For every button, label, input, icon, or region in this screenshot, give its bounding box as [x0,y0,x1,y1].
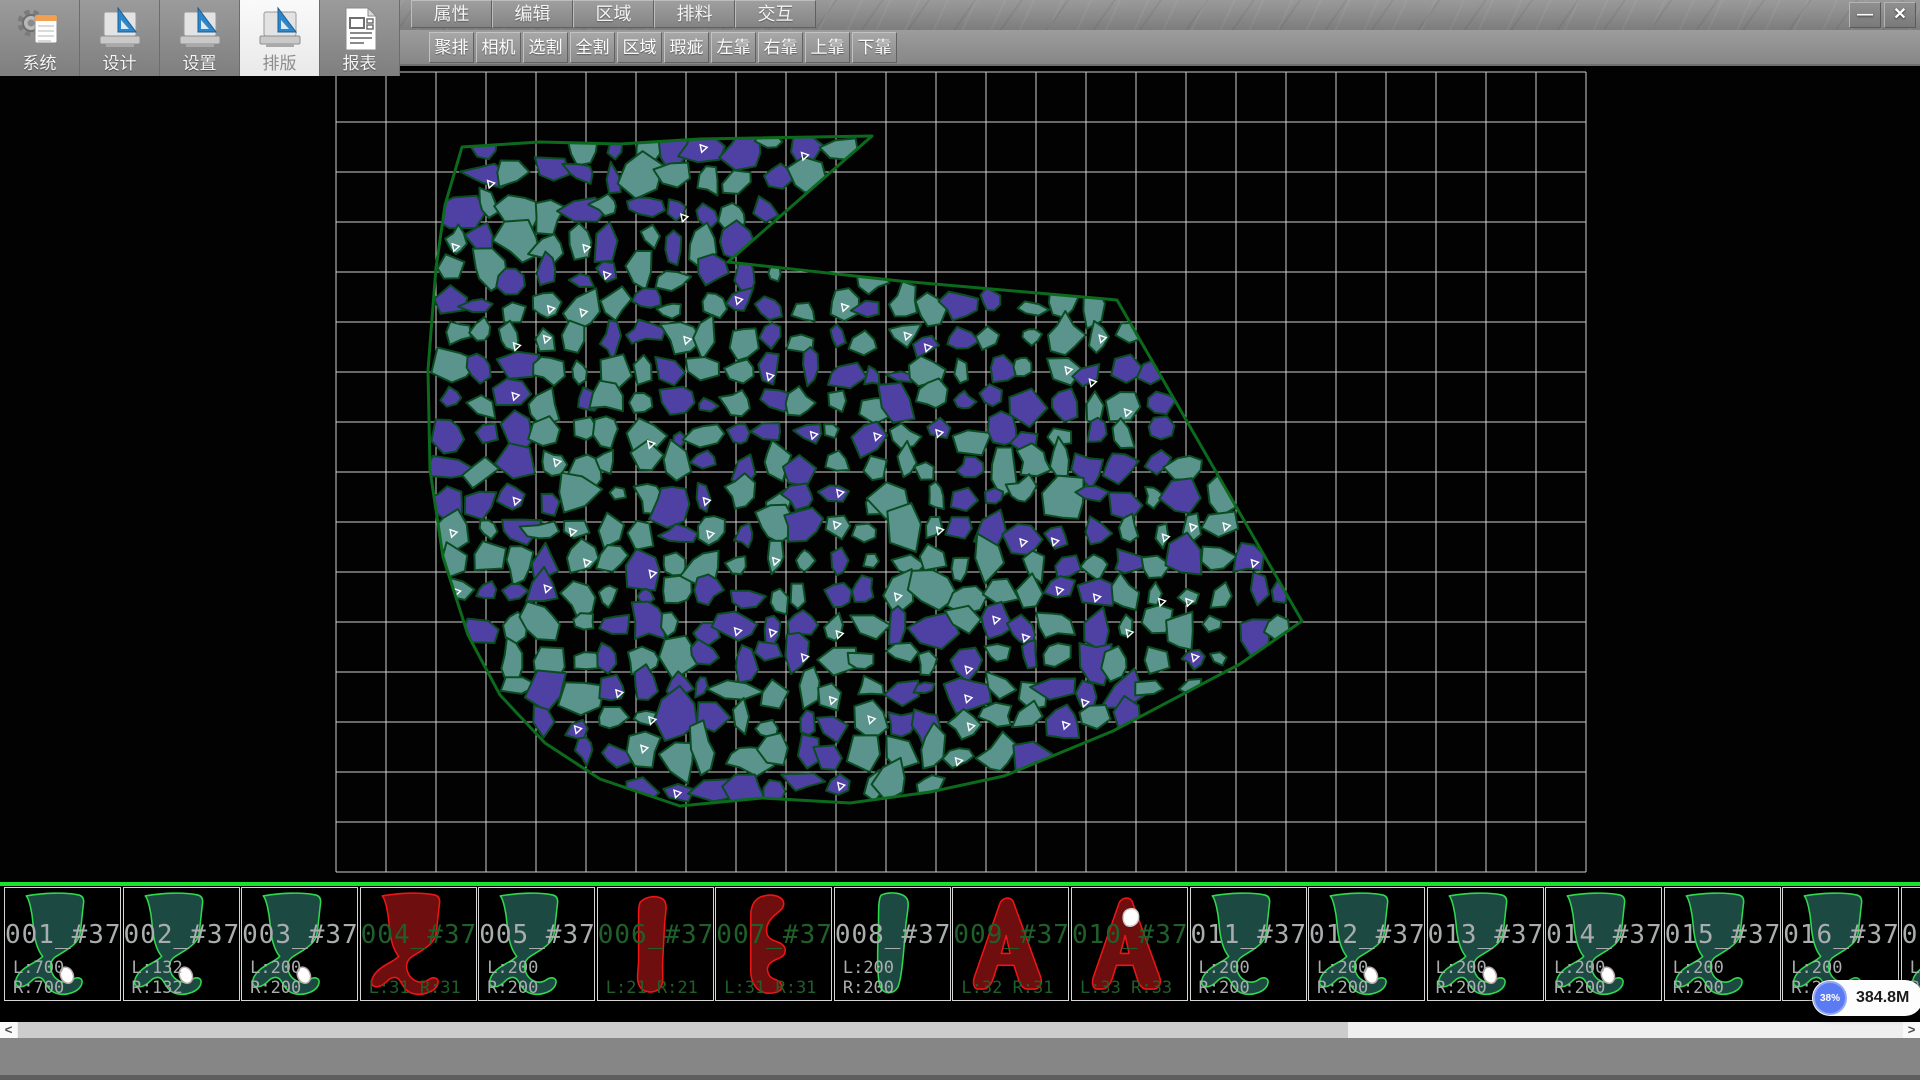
thumbnail-cell[interactable]: 015_#37L:200 R:200 [1664,887,1781,1001]
piece-shape [124,888,239,1000]
piece-shape [479,888,594,1000]
main-tab-layout[interactable]: 排版 [240,0,320,76]
piece-shape [598,888,713,1000]
piece-shape [953,888,1068,1000]
thumbnail-cell[interactable]: 002_#37L:132 R:132 [123,887,240,1001]
progress-circle: 38% [1813,981,1847,1015]
minimize-button[interactable]: — [1849,2,1881,28]
application-window: 属性编辑区域排料交互 — ✕ 聚排相机选割全割区域瑕疵左靠右靠上靠下靠 系统设计… [0,0,1920,1080]
thumbnail-cell[interactable]: 010_#37L:33 R:33 [1071,887,1188,1001]
thumbnail-cell[interactable]: 007_#37L:31 R:31 [715,887,832,1001]
tool-align-right-button[interactable]: 右靠 [758,32,803,63]
tool-camera-button[interactable]: 相机 [476,32,521,63]
menu-region[interactable]: 区域 [573,0,654,28]
tool-select-cut-button[interactable]: 选割 [523,32,568,63]
tool-cluster-nest-button[interactable]: 聚排 [429,32,474,63]
main-tab-report[interactable]: 报表 [320,0,400,76]
ruler-laptop-icon [254,6,306,54]
thumbnail-cell[interactable]: 006_#37L:21 R:21 [597,887,714,1001]
piece-shape [1191,888,1306,1000]
tool-button-row: 聚排相机选割全割区域瑕疵左靠右靠上靠下靠 [429,32,897,63]
main-tab-system[interactable]: 系统 [0,0,80,76]
report-doc-icon [334,6,386,54]
canvas-svg[interactable] [0,66,1920,882]
tool-align-top-button[interactable]: 上靠 [805,32,850,63]
main-tab-settings[interactable]: 设置 [160,0,240,76]
tab-label: 系统 [23,54,57,74]
tool-region-button[interactable]: 区域 [617,32,662,63]
scrollbar-thumb[interactable] [18,1022,1348,1038]
tool-cut-all-button[interactable]: 全割 [570,32,615,63]
thumbnail-cell[interactable]: 009_#37L:32 R:31 [952,887,1069,1001]
tab-label: 排版 [263,54,297,74]
nested-pieces [419,126,1292,811]
thumbnail-cell[interactable]: 008_#37L:200 R:200 [834,887,951,1001]
thumbnail-cell[interactable]: 012_#37L:200 R:200 [1308,887,1425,1001]
scroll-right-button[interactable]: > [1903,1022,1920,1038]
tab-label: 设计 [103,54,137,74]
strip-scrollbar[interactable]: < > [0,1022,1920,1038]
menu-bar: 属性编辑区域排料交互 [411,0,816,30]
piece-shape [5,888,120,1000]
mode-tab-bar: 系统 设计 设置 排版 报表 [0,0,400,76]
menu-nesting[interactable]: 排料 [654,0,735,28]
menu-properties[interactable]: 属性 [411,0,492,28]
status-bar [0,1038,1920,1080]
tool-align-bottom-button[interactable]: 下靠 [852,32,897,63]
memory-usage-badge[interactable]: 38% 384.8M [1812,980,1920,1016]
scroll-left-button[interactable]: < [0,1022,17,1038]
thumbnail-cell[interactable]: 014_#37L:200 R:200 [1545,887,1662,1001]
thumbnail-cell[interactable]: 011_#37L:200 R:200 [1190,887,1307,1001]
menu-edit[interactable]: 编辑 [492,0,573,28]
tab-label: 报表 [343,54,377,74]
piece-shape [1309,888,1424,1000]
tool-align-left-button[interactable]: 左靠 [711,32,756,63]
main-tab-design[interactable]: 设计 [80,0,160,76]
thumbnail-cell[interactable]: 005_#37L:200 R:200 [478,887,595,1001]
window-controls: — ✕ [1849,2,1916,28]
piece-shape [242,888,357,1000]
piece-shape [716,888,831,1000]
piece-shape [1428,888,1543,1000]
nesting-canvas[interactable] [0,66,1920,882]
close-button[interactable]: ✕ [1884,2,1916,28]
tool-defect-button[interactable]: 瑕疵 [664,32,709,63]
piece-shape [361,888,476,1000]
piece-shape [1546,888,1661,1000]
piece-shape [1072,888,1187,1000]
memory-size-label: 384.8M [1847,989,1920,1007]
thumbnail-cell[interactable]: 003_#37L:200 R:200 [241,887,358,1001]
tab-label: 设置 [183,54,217,74]
thumbnail-cell[interactable]: 013_#37L:200 R:200 [1427,887,1544,1001]
strip-highlight-line [0,882,1920,886]
menu-interact[interactable]: 交互 [735,0,816,28]
piece-shape [835,888,950,1000]
ruler-laptop-icon [174,6,226,54]
gear-notebook-icon [14,6,66,54]
thumbnail-cell[interactable]: 004_#37L:31 R:31 [360,887,477,1001]
ruler-laptop-icon [94,6,146,54]
piece-thumbnail-strip: 001_#37L:700 R:700002_#37L:132 R:132003_… [0,882,1920,1022]
thumbnail-cell[interactable]: 001_#37L:700 R:700 [4,887,121,1001]
piece-shape [1665,888,1780,1000]
